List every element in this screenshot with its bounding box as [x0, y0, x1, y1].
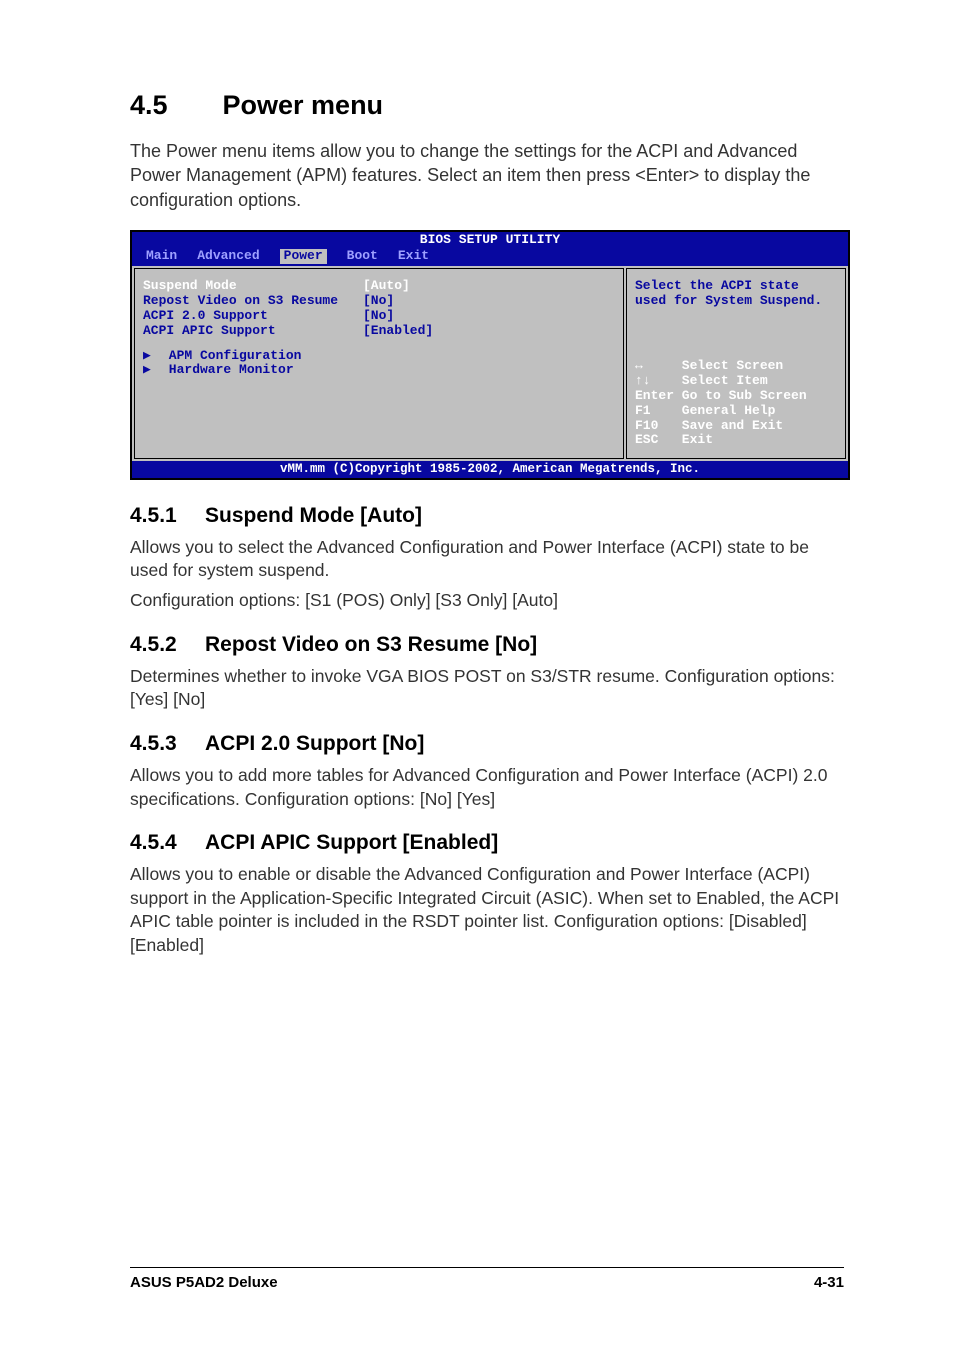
bios-item: ACPI 2.0 Support[No]	[143, 309, 615, 324]
bios-tab-exit: Exit	[398, 249, 429, 264]
footer-left: ASUS P5AD2 Deluxe	[130, 1274, 278, 1291]
bios-key-row: F10 Save and Exit	[635, 419, 837, 434]
bios-item: Repost Video on S3 Resume[No]	[143, 294, 615, 309]
bios-item-value: [No]	[363, 294, 394, 309]
footer-right: 4-31	[814, 1274, 844, 1291]
body-paragraph: Allows you to add more tables for Advanc…	[130, 764, 844, 811]
triangle-icon: ▶	[143, 363, 161, 378]
body-paragraph: Configuration options: [S1 (POS) Only] […	[130, 589, 844, 613]
triangle-icon: ▶	[143, 349, 161, 364]
bios-title: BIOS SETUP UTILITY	[132, 232, 848, 249]
bios-item: ACPI APIC Support[Enabled]	[143, 324, 615, 339]
bios-footer: vMM.mm (C)Copyright 1985-2002, American …	[132, 461, 848, 477]
bios-item-label: Repost Video on S3 Resume	[143, 294, 363, 309]
subsection-number: 4.5.3	[130, 732, 205, 756]
subsection-number: 4.5.1	[130, 504, 205, 528]
bios-tab-advanced: Advanced	[197, 249, 259, 264]
bios-item-value: [Enabled]	[363, 324, 433, 339]
subsection-heading: 4.5.3ACPI 2.0 Support [No]	[130, 732, 844, 756]
subsection-heading: 4.5.1Suspend Mode [Auto]	[130, 504, 844, 528]
section-title-text: Power menu	[223, 90, 384, 120]
bios-submenu: ▶ Hardware Monitor	[143, 363, 615, 378]
section-heading: 4.5 Power menu	[130, 90, 844, 121]
subsection-heading: 4.5.2Repost Video on S3 Resume [No]	[130, 633, 844, 657]
section-number: 4.5	[130, 90, 215, 121]
bios-key-legend: ↔ Select Screen↑↓ Select ItemEnter Go to…	[635, 359, 837, 449]
bios-key-row: Enter Go to Sub Screen	[635, 389, 837, 404]
bios-tab-boot: Boot	[347, 249, 378, 264]
bios-tab-bar: Main Advanced Power Boot Exit	[132, 249, 848, 266]
bios-item-value: [No]	[363, 309, 394, 324]
bios-screenshot: BIOS SETUP UTILITY Main Advanced Power Boot…	[130, 230, 850, 480]
page-footer: ASUS P5AD2 Deluxe 4-31	[130, 1267, 844, 1291]
bios-item-label: ACPI APIC Support	[143, 324, 363, 339]
body-paragraph: Allows you to select the Advanced Config…	[130, 536, 844, 583]
bios-key-row: ESC Exit	[635, 433, 837, 448]
bios-item-label: Suspend Mode	[143, 279, 363, 294]
bios-submenu: ▶ APM Configuration	[143, 349, 615, 364]
bios-key-row: F1 General Help	[635, 404, 837, 419]
subsection-title: ACPI APIC Support [Enabled]	[205, 831, 498, 854]
bios-item-label: ACPI 2.0 Support	[143, 309, 363, 324]
bios-right-pane: Select the ACPI state used for System Su…	[626, 268, 846, 460]
subsection-title: ACPI 2.0 Support [No]	[205, 732, 424, 755]
body-paragraph: Determines whether to invoke VGA BIOS PO…	[130, 665, 844, 712]
bios-tab-power: Power	[280, 249, 327, 264]
bios-left-pane: Suspend Mode[Auto]Repost Video on S3 Res…	[134, 268, 624, 460]
subsection-number: 4.5.2	[130, 633, 205, 657]
bios-tab-main: Main	[146, 249, 177, 264]
bios-item-value: [Auto]	[363, 279, 410, 294]
subsection-number: 4.5.4	[130, 831, 205, 855]
subsection-heading: 4.5.4ACPI APIC Support [Enabled]	[130, 831, 844, 855]
subsection-title: Repost Video on S3 Resume [No]	[205, 633, 537, 656]
subsection-title: Suspend Mode [Auto]	[205, 504, 422, 527]
bios-key-row: ↔ Select Screen	[635, 359, 837, 374]
intro-paragraph: The Power menu items allow you to change…	[130, 139, 844, 212]
bios-help-text: Select the ACPI state used for System Su…	[635, 279, 837, 309]
body-paragraph: Allows you to enable or disable the Adva…	[130, 863, 844, 958]
bios-key-row: ↑↓ Select Item	[635, 374, 837, 389]
bios-item: Suspend Mode[Auto]	[143, 279, 615, 294]
